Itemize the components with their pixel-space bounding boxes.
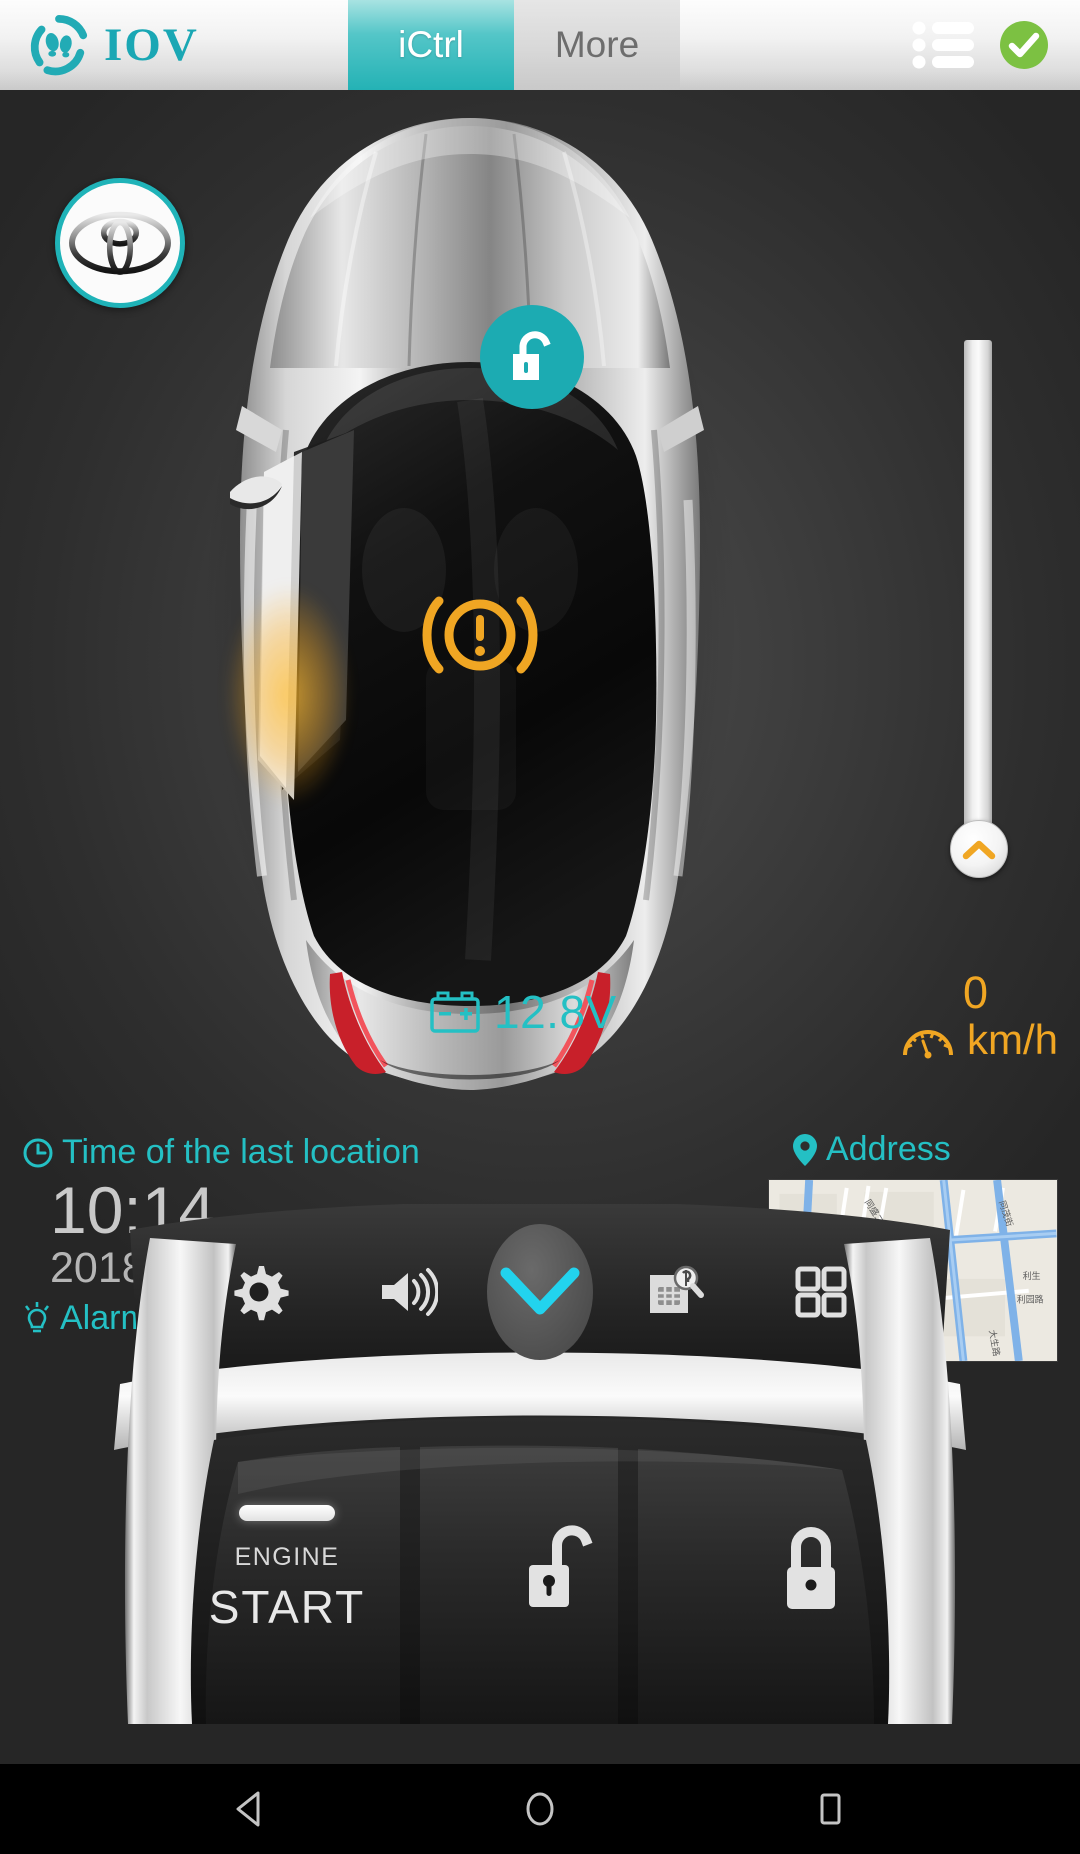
square-recents-icon bbox=[820, 1793, 841, 1825]
list-icon[interactable] bbox=[912, 20, 976, 70]
brand-area: IOV bbox=[0, 0, 348, 90]
engine-start-line1: ENGINE bbox=[234, 1542, 340, 1571]
app-root: IOV iCtrl More 12.8V 0 km/h Time of the … bbox=[0, 0, 1080, 1854]
speaker-sound-icon bbox=[382, 1267, 438, 1316]
speedometer-icon bbox=[902, 1030, 953, 1059]
nav-back-button[interactable] bbox=[205, 1764, 295, 1854]
address-title-row: Address bbox=[792, 1130, 1058, 1169]
engine-start-indicator bbox=[239, 1504, 335, 1521]
tpms-brake-warning-icon bbox=[415, 585, 545, 685]
tab-ictrl-label: iCtrl bbox=[398, 24, 464, 65]
speed-value-row: 0 bbox=[901, 970, 988, 1015]
battery-voltage: 12.8V bbox=[494, 986, 617, 1038]
vehicle-brand-badge[interactable] bbox=[55, 178, 185, 308]
sim-card-search-icon bbox=[650, 1265, 704, 1313]
speed-unit-row: km/h bbox=[901, 1019, 1058, 1061]
nav-home-button[interactable] bbox=[495, 1764, 585, 1854]
speed-slider-track[interactable] bbox=[964, 340, 992, 850]
unlock-icon bbox=[513, 331, 551, 380]
clock-icon bbox=[23, 1138, 53, 1167]
speed-slider[interactable] bbox=[950, 340, 1008, 878]
sim-query-button[interactable] bbox=[599, 1232, 747, 1352]
lock-status-button[interactable] bbox=[480, 305, 584, 409]
last-location-title-row: Time of the last location bbox=[22, 1133, 420, 1172]
app-header: IOV iCtrl More bbox=[0, 0, 1080, 90]
speed-slider-knob[interactable] bbox=[950, 820, 1008, 878]
fob-toolbar bbox=[0, 1204, 1080, 1379]
iov-footprint-circle-logo bbox=[30, 14, 88, 76]
tab-ictrl[interactable]: iCtrl bbox=[348, 0, 514, 90]
chevron-down-icon bbox=[500, 1267, 580, 1314]
address-title: Address bbox=[826, 1130, 951, 1168]
fob-key-buttons: ENGINE START bbox=[0, 1439, 1080, 1699]
speed-unit: km/h bbox=[966, 1016, 1058, 1063]
battery-icon bbox=[430, 991, 480, 1033]
key-fob: ENGINE START bbox=[0, 1204, 1080, 1764]
vehicle-stage: 12.8V 0 km/h Time of the last location 1… bbox=[0, 90, 1080, 1764]
engine-start-button[interactable]: ENGINE START bbox=[152, 1447, 422, 1692]
toyota-logo bbox=[69, 211, 171, 275]
lock-button[interactable] bbox=[693, 1447, 928, 1692]
chevron-up-icon bbox=[962, 840, 996, 860]
android-navigation-bar bbox=[0, 1764, 1080, 1854]
header-spacer bbox=[680, 0, 912, 90]
apps-button[interactable] bbox=[747, 1232, 895, 1352]
unlock-icon bbox=[528, 1525, 592, 1607]
header-actions bbox=[912, 0, 1080, 90]
horn-button[interactable] bbox=[333, 1232, 481, 1352]
engine-start-line2: START bbox=[208, 1580, 366, 1633]
speed-value: 0 bbox=[962, 967, 989, 1018]
collapse-button[interactable] bbox=[481, 1222, 599, 1362]
nav-recents-button[interactable] bbox=[785, 1764, 875, 1854]
circle-home-icon bbox=[526, 1792, 554, 1826]
speed-readout: 0 km/h bbox=[901, 970, 1058, 1061]
gear-icon bbox=[234, 1265, 289, 1320]
tab-more[interactable]: More bbox=[514, 0, 680, 90]
grid-apps-icon bbox=[795, 1266, 847, 1317]
map-pin-icon bbox=[793, 1133, 817, 1166]
brand-name: IOV bbox=[104, 18, 199, 71]
last-location-title: Time of the last location bbox=[62, 1133, 420, 1171]
triangle-back-icon bbox=[236, 1791, 260, 1827]
settings-button[interactable] bbox=[185, 1232, 333, 1352]
battery-status: 12.8V bbox=[430, 985, 617, 1039]
tab-more-label: More bbox=[554, 24, 640, 65]
check-circle-icon[interactable] bbox=[998, 19, 1050, 71]
lock-icon bbox=[786, 1527, 835, 1609]
unlock-button[interactable] bbox=[440, 1447, 675, 1692]
